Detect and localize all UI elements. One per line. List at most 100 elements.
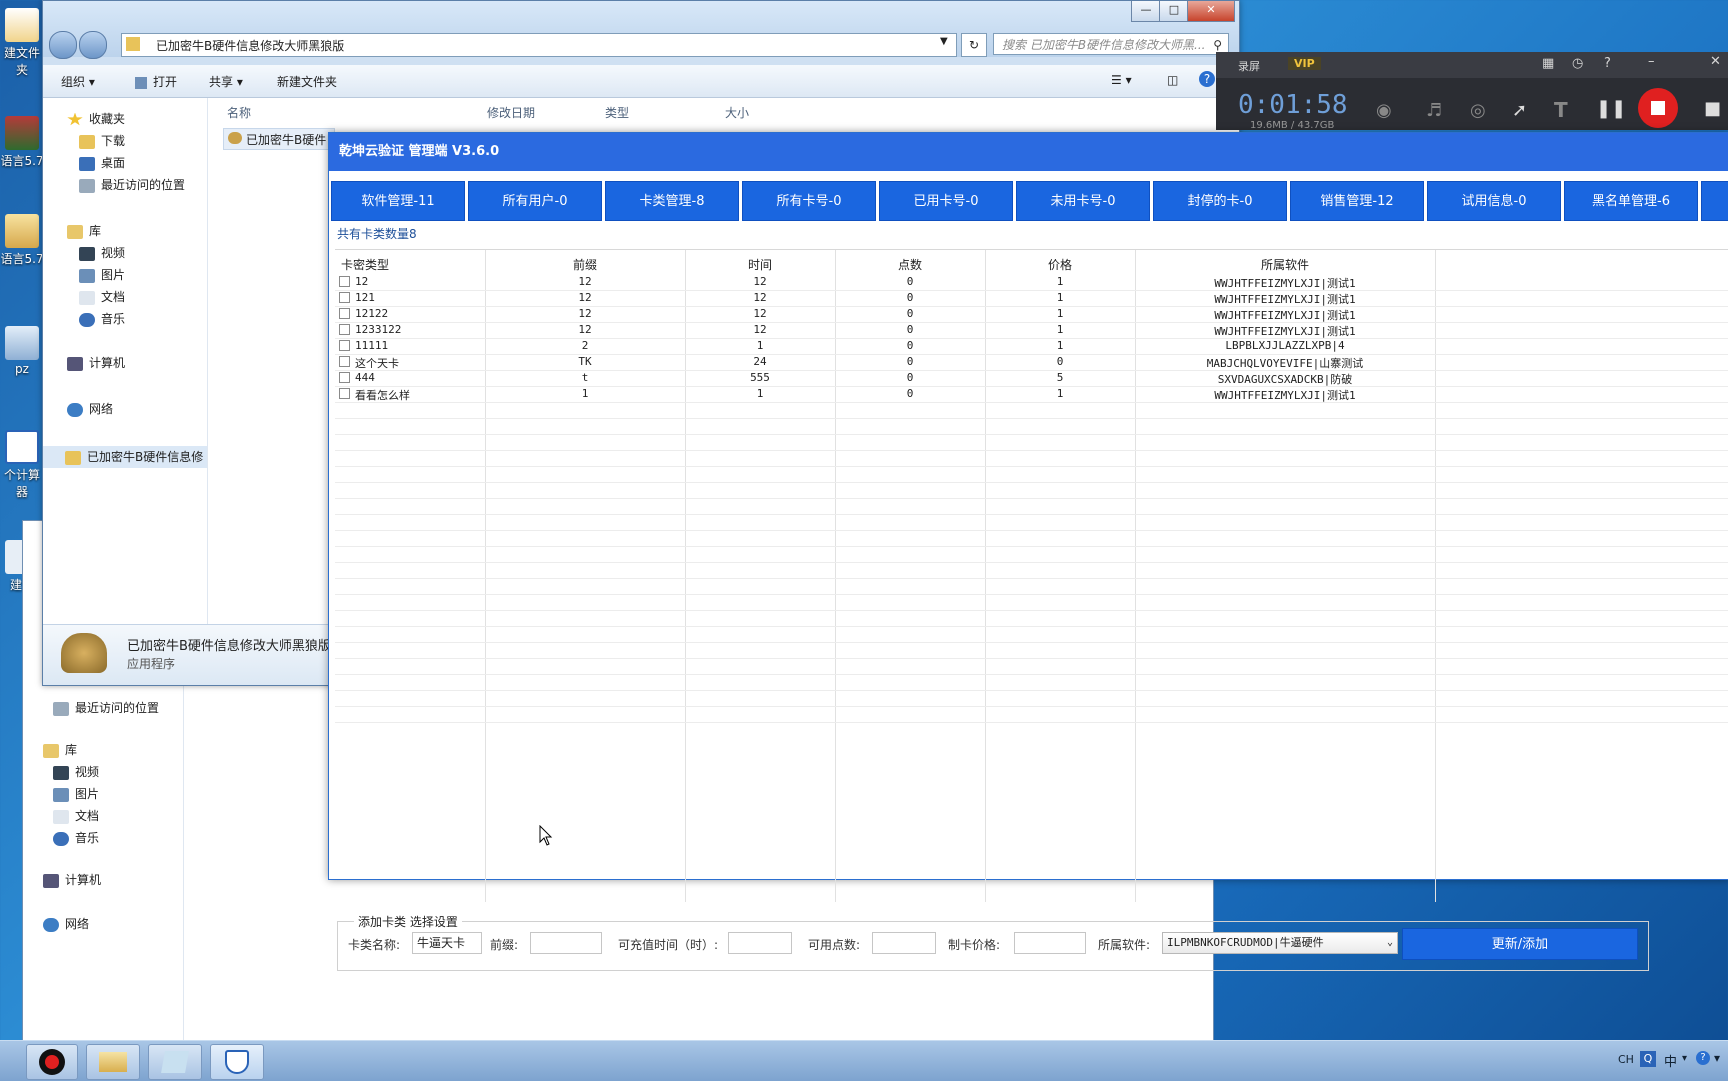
nav-videos[interactable]: 视频 <box>53 763 99 780</box>
table-row[interactable]: 这个天卡 TK 24 0 0 MABJCHQLVOYEVIFE|山寨测试 <box>335 354 1728 371</box>
desktop-icon-calculator[interactable]: 个计算器 <box>0 430 44 500</box>
address-bar[interactable]: 已加密牛B硬件信息修改大师黑狼版 ▼ <box>121 33 957 57</box>
column-type[interactable]: 类型 <box>605 104 629 121</box>
nav-music[interactable]: 音乐 <box>79 310 125 327</box>
nav-pictures[interactable]: 图片 <box>79 266 125 283</box>
nav-recent[interactable]: 最近访问的位置 <box>53 699 159 716</box>
table-row[interactable]: 1233122 12 12 0 1 WWJHTFFEIZMYLXJI|测试1 <box>335 322 1728 339</box>
back-button[interactable] <box>49 31 77 59</box>
tab-all-users[interactable]: 所有用户-0 <box>468 181 602 221</box>
nav-network[interactable]: 网络 <box>43 915 89 932</box>
tab-trial[interactable]: 试用信息-0 <box>1427 181 1561 221</box>
table-row[interactable]: 121 12 12 0 1 WWJHTFFEIZMYLXJI|测试1 <box>335 290 1728 307</box>
tab-used-cards[interactable]: 已用卡号-0 <box>879 181 1013 221</box>
organize-button[interactable]: 组织 ▾ <box>61 73 95 90</box>
column-size[interactable]: 大小 <box>725 104 749 121</box>
help-icon[interactable]: ? <box>1199 71 1215 87</box>
text-tool-icon[interactable]: T <box>1554 98 1568 122</box>
header-software[interactable]: 所属软件 <box>1135 256 1435 273</box>
forward-button[interactable] <box>79 31 107 59</box>
nav-computer[interactable]: 计算机 <box>67 354 125 371</box>
speaker-icon[interactable]: ♬ <box>1426 100 1442 121</box>
software-select[interactable]: ILPMBNKOFCRUDMOD|牛逼硬件 ⌄ <box>1162 932 1398 954</box>
help-icon[interactable]: ? <box>1604 56 1611 71</box>
taskbar-record-app[interactable] <box>26 1044 78 1080</box>
pause-icon[interactable]: ❚❚ <box>1596 98 1626 119</box>
nav-library[interactable]: 库 <box>67 222 101 239</box>
stop-recording-button[interactable] <box>1638 88 1678 128</box>
open-button[interactable]: 打开 <box>135 73 177 90</box>
nav-network[interactable]: 网络 <box>67 400 113 417</box>
nav-recent[interactable]: 最近访问的位置 <box>79 176 185 193</box>
column-modified[interactable]: 修改日期 <box>487 104 535 121</box>
header-points[interactable]: 点数 <box>835 256 985 273</box>
card-name-input[interactable]: 牛逼天卡 <box>412 932 482 954</box>
nav-desktop[interactable]: 桌面 <box>79 154 125 171</box>
tab-card-types[interactable]: 卡类管理-8 <box>605 181 739 221</box>
row-checkbox[interactable] <box>339 276 350 287</box>
desktop-icon-new-folder[interactable]: 建文件夹 <box>0 8 44 78</box>
vip-badge[interactable]: VIP <box>1288 57 1321 70</box>
header-price[interactable]: 价格 <box>985 256 1135 273</box>
desktop-icon-language-1[interactable]: 语言5.7 <box>0 116 44 169</box>
nav-videos[interactable]: 视频 <box>79 244 125 261</box>
header-time[interactable]: 时间 <box>685 256 835 273</box>
row-checkbox[interactable] <box>339 340 350 351</box>
tab-blacklist[interactable]: 黑名单管理-6 <box>1564 181 1698 221</box>
nav-library[interactable]: 库 <box>43 741 77 758</box>
nav-computer[interactable]: 计算机 <box>43 871 101 888</box>
row-checkbox[interactable] <box>339 292 350 303</box>
points-input[interactable] <box>872 932 936 954</box>
row-checkbox[interactable] <box>339 308 350 319</box>
tab-sales[interactable]: 销售管理-12 <box>1290 181 1424 221</box>
ime-mode[interactable]: 中 <box>1664 1051 1677 1070</box>
close-icon[interactable]: ✕ <box>1710 54 1721 69</box>
prefix-input[interactable] <box>530 932 602 954</box>
language-indicator[interactable]: CH <box>1618 1053 1634 1066</box>
tray-more-icon[interactable]: ▾ <box>1714 1051 1720 1065</box>
taskbar-explorer[interactable] <box>86 1044 140 1080</box>
nav-favorites[interactable]: 收藏夹 <box>67 110 125 127</box>
desktop-icon-language-2[interactable]: 语言5.7 <box>0 214 44 267</box>
clock-icon[interactable]: ◷ <box>1572 56 1583 71</box>
minimize-icon[interactable]: – <box>1648 54 1655 69</box>
maximize-button[interactable]: □ <box>1159 1 1189 22</box>
chevron-down-icon[interactable]: ▾ <box>1682 1053 1687 1064</box>
column-name[interactable]: 名称 <box>227 104 251 121</box>
tab-software[interactable]: 软件管理-11 <box>331 181 465 221</box>
table-row[interactable]: 看看怎么样 1 1 0 1 WWJHTFFEIZMYLXJI|测试1 <box>335 386 1728 403</box>
preview-pane-icon[interactable]: ◫ <box>1167 73 1178 87</box>
search-input[interactable]: 搜索 已加密牛B硬件信息修改大师黑... ⚲ <box>993 33 1229 55</box>
row-checkbox[interactable] <box>339 324 350 335</box>
nav-documents[interactable]: 文档 <box>79 288 125 305</box>
tab-more[interactable] <box>1701 181 1728 221</box>
table-row[interactable]: 12 12 12 0 1 WWJHTFFEIZMYLXJI|测试1 <box>335 274 1728 291</box>
share-button[interactable]: 共享 ▾ <box>209 73 243 90</box>
minimize-button[interactable]: — <box>1131 1 1161 22</box>
close-button[interactable]: ✕ <box>1187 1 1235 22</box>
row-checkbox[interactable] <box>339 388 350 399</box>
nav-pictures[interactable]: 图片 <box>53 785 99 802</box>
view-options-icon[interactable]: ☰ ▾ <box>1111 73 1132 87</box>
chevron-down-icon[interactable]: ▼ <box>940 36 948 47</box>
table-row[interactable]: 11111 2 1 0 1 LBPBLXJJLAZZLXPB|4 <box>335 338 1728 355</box>
cursor-icon[interactable]: ➚ <box>1512 100 1527 121</box>
taskbar-notepad[interactable] <box>148 1044 202 1080</box>
time-input[interactable] <box>728 932 792 954</box>
help-icon[interactable]: ? <box>1696 1051 1710 1065</box>
folder-icon[interactable]: ▦ <box>1542 56 1554 71</box>
tab-all-cards[interactable]: 所有卡号-0 <box>742 181 876 221</box>
ime-icon[interactable]: Q <box>1640 1051 1656 1067</box>
row-checkbox[interactable] <box>339 356 350 367</box>
tab-banned-cards[interactable]: 封停的卡-0 <box>1153 181 1287 221</box>
file-item[interactable]: 已加密牛B硬件 <box>223 128 335 150</box>
nav-current-folder[interactable]: 已加密牛B硬件信息修 <box>43 446 207 468</box>
refresh-button[interactable]: ↻ <box>961 33 987 57</box>
tab-unused-cards[interactable]: 未用卡号-0 <box>1016 181 1150 221</box>
nav-music[interactable]: 音乐 <box>53 829 99 846</box>
header-prefix[interactable]: 前缀 <box>485 256 685 273</box>
nav-downloads[interactable]: 下载 <box>79 132 125 149</box>
price-input[interactable] <box>1014 932 1086 954</box>
table-row[interactable]: 12122 12 12 0 1 WWJHTFFEIZMYLXJI|测试1 <box>335 306 1728 323</box>
camera-icon[interactable]: ■ <box>1704 98 1721 119</box>
